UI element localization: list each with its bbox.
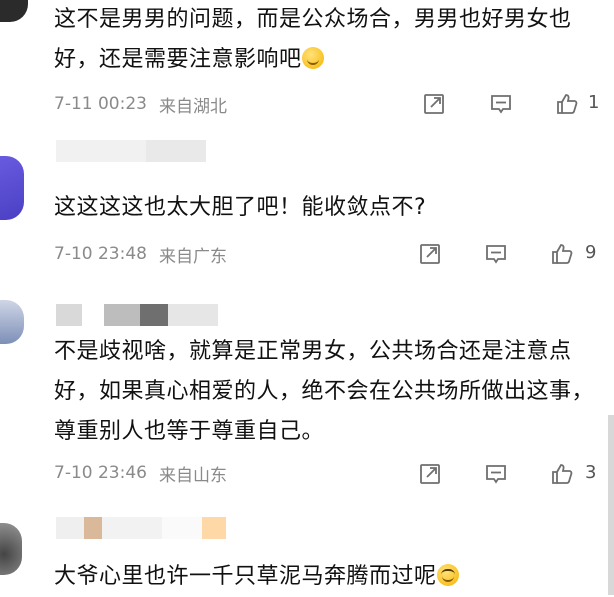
like-button[interactable]	[553, 90, 581, 118]
comment-icon	[486, 465, 506, 484]
like-count: 1	[588, 92, 600, 113]
laughing-emoji-icon	[436, 564, 459, 586]
comment-text: 这这这这也太大胆了吧！能收敛点不?	[54, 195, 427, 220]
comment-time: 7-10 23:46	[54, 463, 147, 483]
comment-text: 这不是男男的问题，而是公众场合，男男也好男女也好，还是需要注意影响吧	[54, 7, 572, 72]
avatar[interactable]	[0, 523, 22, 575]
thinking-emoji-icon	[301, 47, 324, 69]
comment-3: 不是歧视啥，就算是正常男女，公共场合还是注意点好，如果真心相爱的人，绝不会在公共…	[0, 300, 614, 510]
comment-time: 7-10 23:48	[54, 244, 147, 264]
username-blurred	[56, 517, 226, 539]
like-button[interactable]	[548, 460, 576, 488]
comment-4: 大爷心里也许一千只草泥马奔腾而过呢	[0, 515, 614, 595]
share-icon	[420, 464, 440, 484]
comment-1: 这不是男男的问题，而是公众场合，男男也好男女也好，还是需要注意影响吧 7-11 …	[0, 0, 614, 140]
comment-meta: 7-10 23:48 来自广东	[54, 239, 227, 269]
like-count: 9	[585, 242, 597, 263]
comment-location: 来自湖北	[158, 96, 227, 117]
reply-button[interactable]	[482, 460, 510, 488]
reply-button[interactable]	[482, 240, 510, 268]
comment-text: 大爷心里也许一千只草泥马奔腾而过呢	[54, 557, 609, 597]
avatar[interactable]	[0, 0, 28, 22]
like-button[interactable]	[548, 240, 576, 268]
avatar[interactable]	[0, 156, 24, 220]
username-blurred	[56, 304, 218, 326]
share-button[interactable]	[420, 90, 448, 118]
comment-meta: 7-10 23:46 来自山东	[54, 458, 227, 488]
username-blurred	[56, 140, 206, 162]
scrollbar[interactable]	[608, 415, 614, 595]
share-button[interactable]	[416, 240, 444, 268]
thumbs-up-icon	[552, 244, 573, 264]
share-button[interactable]	[416, 460, 444, 488]
comment-location: 来自山东	[158, 465, 227, 486]
avatar[interactable]	[0, 300, 24, 344]
comment-icon	[486, 245, 506, 264]
comment-time: 7-11 00:23	[54, 94, 147, 114]
thumbs-up-icon	[552, 464, 573, 484]
thumbs-up-icon	[557, 94, 578, 114]
comment-location: 来自广东	[158, 246, 227, 267]
comment-text: 不是歧视啥，就算是正常男女，公共场合还是注意点好，如果真心相爱的人，绝不会在公共…	[54, 339, 595, 444]
share-icon	[420, 244, 440, 264]
comment-meta: 7-11 00:23 来自湖北	[54, 89, 227, 119]
like-count: 3	[585, 462, 597, 483]
comment-icon	[491, 95, 511, 114]
comment-2: 这这这这也太大胆了吧！能收敛点不? 7-10 23:48 来自广东 9	[0, 140, 614, 290]
reply-button[interactable]	[487, 90, 515, 118]
share-icon	[424, 94, 444, 114]
